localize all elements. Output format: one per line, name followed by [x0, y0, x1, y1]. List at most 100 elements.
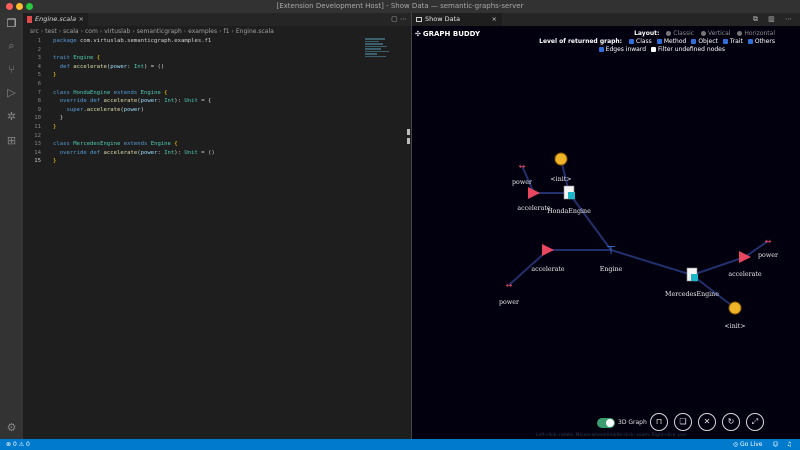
breadcrumb-item[interactable]: scala — [63, 28, 78, 35]
code-line[interactable]: 15} — [23, 157, 411, 166]
graph-node-label: accelerate — [531, 266, 565, 273]
breadcrumb-separator: › — [132, 28, 135, 35]
graph-node-label: <init> — [550, 176, 571, 183]
breadcrumb-item[interactable]: semanticgraph — [137, 28, 182, 35]
graph-node-method[interactable]: accelerate — [728, 251, 762, 278]
code-line[interactable]: 8 override def accelerate(power: Int): U… — [23, 97, 411, 106]
code-token: } — [53, 115, 64, 122]
graph-node-param[interactable]: ↔ power — [499, 281, 520, 306]
editor-actions[interactable]: ▢ ⋯ — [391, 13, 407, 26]
code-line[interactable]: 9 super.accelerate(power) — [23, 106, 411, 115]
3d-graph-toggle[interactable] — [597, 418, 615, 428]
code-token: } — [53, 72, 57, 79]
graph-node-class[interactable]: HondaEngine — [547, 185, 591, 215]
code-token: class — [53, 89, 74, 96]
trash-icon[interactable]: ✕ — [698, 413, 716, 431]
code-lines[interactable]: 1 package com.virtuslab.semanticgraph.exa… — [23, 37, 411, 166]
breadcrumb[interactable]: src › test › scala › com › virtuslab › semanticgra… — [23, 26, 411, 37]
code-token: Engine — [150, 141, 175, 148]
graph-node-param[interactable]: ↔ power — [512, 162, 533, 186]
refresh-icon[interactable]: ↻ — [722, 413, 740, 431]
code-line[interactable]: 10 } — [23, 114, 411, 123]
minimize-window-button[interactable] — [16, 3, 23, 10]
tab-engine-scala[interactable]: Engine.scala × — [23, 13, 88, 26]
line-number: 11 — [34, 123, 41, 130]
code-line[interactable]: 4 def accelerate(power: Int) = () — [23, 63, 411, 72]
method-node-icon — [528, 187, 540, 199]
go-live-button[interactable]: ◎ Go Live — [733, 441, 763, 448]
title-bar: [Extension Development Host] - Show Data… — [0, 0, 800, 13]
close-window-button[interactable] — [6, 3, 13, 10]
remote-icon[interactable]: ⊞ — [5, 134, 18, 147]
code-line[interactable]: 3 trait Engine { — [23, 54, 411, 63]
breadcrumb-item[interactable]: virtuslab — [104, 28, 130, 35]
code-token: Int — [133, 63, 144, 70]
breadcrumb-separator: › — [99, 28, 103, 35]
breadcrumb-item[interactable]: test — [45, 28, 57, 35]
code-line[interactable]: 13 class MercedesEngine extends Engine { — [23, 140, 411, 149]
graph-node-init[interactable]: <init> — [550, 152, 572, 183]
expand-icon[interactable]: ⤢ — [746, 413, 764, 431]
method-node-icon — [542, 244, 554, 256]
code-line[interactable]: 6 — [23, 80, 411, 89]
code-token: extends — [123, 141, 151, 148]
graph-hint: Left-click: rotate, Mouse-wheel/middle-c… — [536, 433, 687, 438]
line-number: 13 — [34, 141, 41, 148]
graph-node-label: HondaEngine — [547, 208, 591, 215]
graph-node-label: accelerate — [728, 271, 762, 278]
trait-node-icon: ⊤ — [606, 244, 616, 257]
code-line[interactable]: 14 override def accelerate(power: Int): … — [23, 149, 411, 158]
line-number: 14 — [34, 149, 41, 156]
line-number: 9 — [37, 106, 41, 113]
code-line[interactable]: 5} — [23, 71, 411, 80]
graph-node-method[interactable]: accelerate — [531, 244, 565, 273]
close-tab-icon[interactable]: × — [79, 13, 84, 26]
breadcrumb-item[interactable]: f1 — [224, 28, 230, 35]
problems-indicator[interactable]: ⊗ 0 ⚠ 0 — [6, 439, 30, 450]
line-number: 15 — [34, 158, 41, 165]
param-node-icon: ↔ — [519, 162, 526, 171]
book-icon[interactable]: ❏ — [674, 413, 692, 431]
code-token: ): — [174, 98, 185, 105]
breadcrumb-item[interactable]: com — [85, 28, 98, 35]
graph-node-init[interactable]: <init> — [724, 301, 746, 330]
code-line[interactable]: 11} — [23, 123, 411, 132]
code-line[interactable]: 1 package com.virtuslab.semanticgraph.exa… — [23, 37, 411, 46]
graph-node-param[interactable]: ↔ power — [758, 237, 779, 259]
code-line[interactable]: 7 class HondaEngine extends Engine { — [23, 89, 411, 98]
graph-node-label: power — [512, 179, 533, 186]
unlock-icon[interactable]: ⊓ — [650, 413, 668, 431]
code-token: = () — [197, 149, 215, 156]
code-line[interactable]: 12 — [23, 132, 411, 141]
bell-icon[interactable]: ♫ — [787, 441, 792, 448]
method-node-icon — [739, 251, 751, 263]
scala-file-icon — [27, 16, 32, 23]
param-node-icon: ↔ — [506, 281, 513, 290]
search-icon[interactable]: ⌕ — [5, 39, 18, 52]
breadcrumb-item[interactable]: Engine.scala — [236, 28, 274, 35]
graph-node-class[interactable]: MercedesEngine — [665, 267, 719, 298]
breadcrumb-item[interactable]: src — [30, 28, 39, 35]
line-number: 6 — [37, 80, 41, 87]
code-line[interactable]: 2 — [23, 46, 411, 55]
graph-node-label: <init> — [724, 323, 745, 330]
files-icon[interactable]: ❐ — [5, 17, 18, 30]
graph-node-trait[interactable]: ⊤ Engine — [600, 244, 623, 273]
feedback-icon[interactable]: ☺ — [772, 441, 778, 448]
minimap[interactable] — [365, 38, 389, 68]
editor-tab-bar: Engine.scala × ▢ ⋯ — [23, 13, 411, 26]
breadcrumb-separator: › — [40, 28, 44, 35]
code-token: power — [140, 98, 158, 105]
zoom-window-button[interactable] — [26, 3, 33, 10]
source-control-icon[interactable]: ⑂ — [5, 63, 18, 76]
graph-canvas[interactable]: ↔power <init>accelerateHondaEngine⊤Engine… — [412, 13, 800, 439]
run-debug-icon[interactable]: ▷ — [5, 86, 18, 99]
code-token: accelerate — [103, 98, 138, 105]
graph-node-method[interactable]: accelerate — [517, 187, 551, 212]
extensions-icon[interactable]: ✲ — [5, 110, 18, 123]
window-title: [Extension Development Host] - Show Data… — [276, 2, 524, 10]
breadcrumb-item[interactable]: examples — [188, 28, 217, 35]
settings-gear-icon[interactable]: ⚙ — [5, 421, 18, 434]
code-editor[interactable]: Engine.scala × ▢ ⋯ src › test › scala › com › vi… — [23, 13, 411, 439]
code-token: ) — [140, 106, 144, 113]
